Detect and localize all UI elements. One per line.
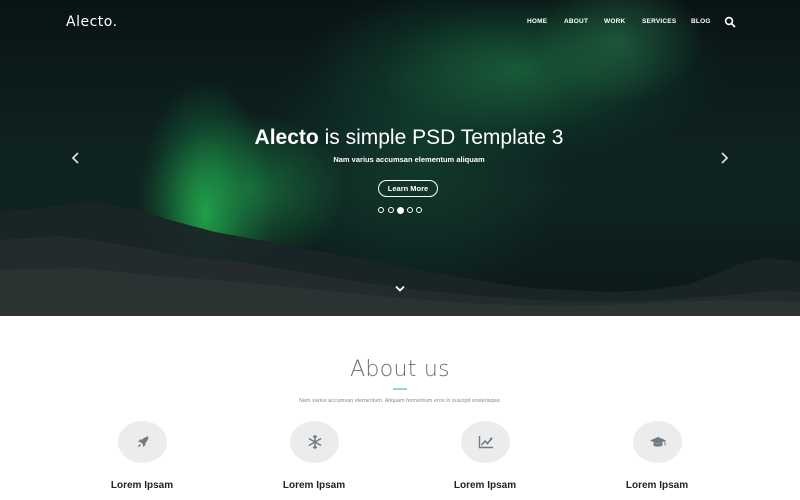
feature-icon-circle	[461, 421, 510, 463]
feature-card: Lorem Ipsam	[602, 421, 712, 500]
main-nav: HOME ABOUT WORK SERVICES BLOG	[0, 18, 800, 30]
slider-dot-4[interactable]	[406, 207, 413, 213]
graduation-cap-icon	[650, 437, 666, 447]
nav-item-about[interactable]: ABOUT	[564, 18, 588, 25]
nav-item-blog[interactable]: BLOG	[691, 18, 711, 25]
learn-more-button[interactable]: Learn More	[378, 180, 438, 197]
feature-title: Lorem Ipsam	[625, 480, 689, 491]
hero-title-brand: Alecto	[254, 126, 319, 149]
feature-title: Lorem Ipsam	[282, 480, 346, 491]
feature-icon-circle	[633, 421, 682, 463]
nav-item-work[interactable]: WORK	[604, 18, 625, 25]
search-icon[interactable]	[724, 16, 736, 28]
feature-title: Lorem Ipsam	[453, 480, 517, 491]
feature-card: Lorem Ipsam	[430, 421, 540, 500]
feature-title: Lorem Ipsam	[110, 480, 174, 491]
chart-line-icon	[478, 436, 493, 449]
slider-dot-1[interactable]	[378, 207, 384, 213]
slider-pagination	[378, 206, 428, 215]
about-description: Nam varius accumsan elementum. Aliquam f…	[298, 398, 502, 404]
about-title: About us	[350, 357, 450, 382]
slider-dot-3[interactable]	[396, 206, 404, 214]
slider-dot-2[interactable]	[387, 207, 394, 213]
slider-dot-5[interactable]	[416, 207, 422, 213]
hero-subtitle: Nam varius accumsan elementum aliquam	[333, 155, 485, 164]
feature-card: Lorem Ipsam	[87, 421, 197, 500]
hero-title: Alecto is simple PSD Template 3	[0, 126, 800, 150]
nav-item-home[interactable]: HOME	[527, 18, 547, 25]
feature-icon-circle	[290, 421, 339, 463]
hero-title-text: is simple PSD Template 3	[318, 126, 564, 149]
title-underline	[393, 388, 407, 390]
rocket-icon	[137, 436, 149, 448]
chevron-down-icon[interactable]	[394, 284, 406, 294]
feature-icon-circle	[118, 421, 167, 463]
nav-item-services[interactable]: SERVICES	[642, 18, 676, 25]
snowflake-icon	[308, 434, 322, 450]
feature-card: Lorem Ipsam	[259, 421, 369, 500]
hero-slider: Alecto. HOME ABOUT WORK SERVICES BLOG Al…	[0, 0, 800, 316]
